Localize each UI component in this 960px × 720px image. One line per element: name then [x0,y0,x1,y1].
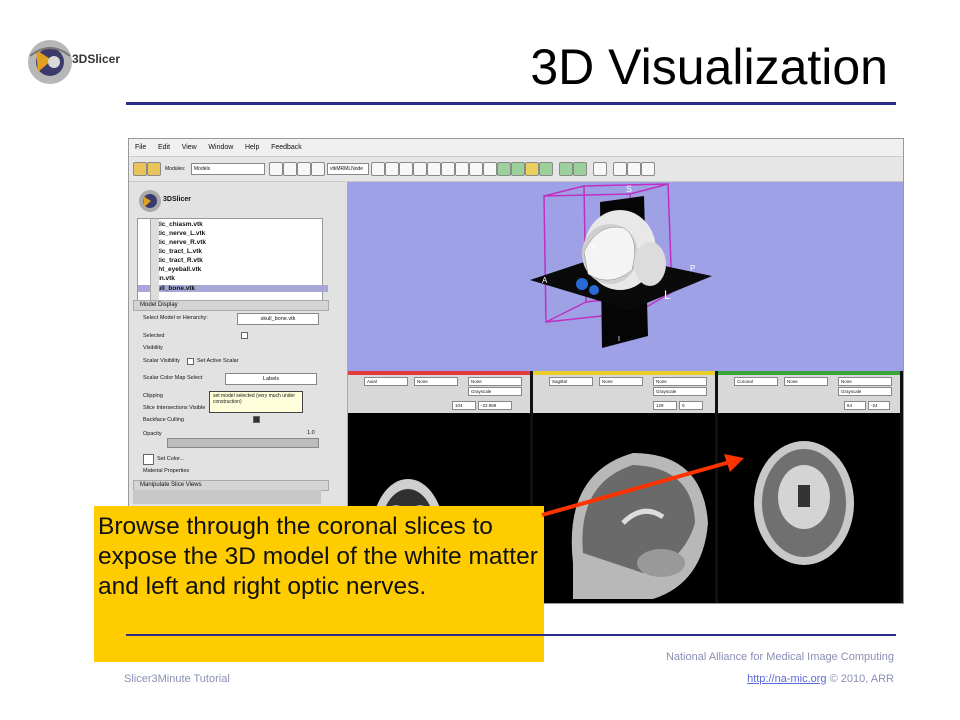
footer-link[interactable]: http://na-mic.org [747,673,826,685]
footer-tutorial: Slicer3Minute Tutorial [124,673,230,685]
footer-org: National Alliance for Medical Image Comp… [665,651,894,663]
footer-divider [126,634,896,636]
footer-right: http://na-mic.org © 2010, ARR [747,673,894,685]
footer-copyright: © 2010, ARR [829,673,894,685]
arrow-icon [541,454,744,517]
